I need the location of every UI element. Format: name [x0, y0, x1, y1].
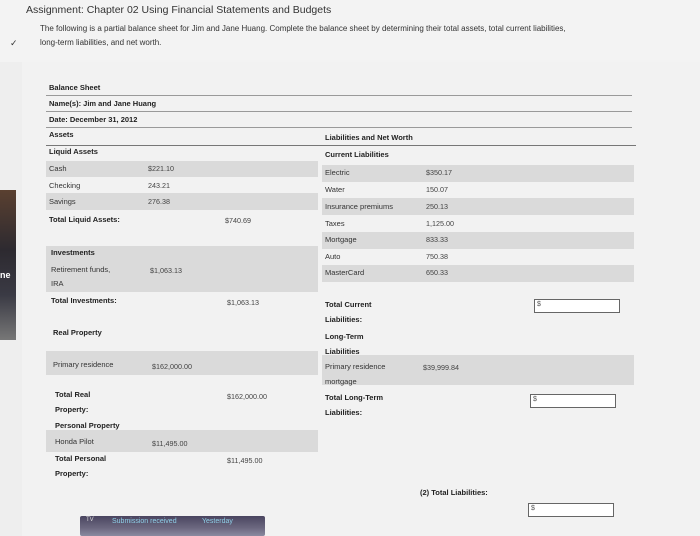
- instructions-line-2: long-term liabilities, and net worth.: [40, 38, 162, 47]
- liabilities-heading: Liabilities and Net Worth: [325, 133, 413, 142]
- divider: [46, 145, 636, 146]
- retirement-label: Retirement funds,: [51, 265, 111, 274]
- mortgage-lt-value: $39,999.84: [423, 363, 459, 372]
- honda-pilot-label: Honda Pilot: [55, 437, 94, 446]
- primary-residence-value: $162,000.00: [152, 362, 192, 371]
- real-property-label: Real Property: [53, 328, 102, 337]
- total-long-term-label: Total Long-Term: [325, 393, 384, 402]
- total-long-term-input[interactable]: $: [530, 394, 616, 408]
- total-liabilities-input[interactable]: $: [528, 503, 614, 517]
- taxes-label: Taxes: [325, 219, 345, 228]
- yesterday-label: Yesterday: [202, 518, 233, 525]
- auto-value: 750.38: [426, 252, 448, 261]
- cash-value: $221.10: [148, 164, 174, 173]
- checking-value: 243.21: [148, 181, 170, 190]
- electric-value: $350.17: [426, 168, 452, 177]
- mortgage-value: 833.33: [426, 235, 448, 244]
- total-current-liabilities-label: Total Current: [325, 300, 372, 309]
- instructions-line-1: The following is a partial balance sheet…: [40, 24, 566, 33]
- assignment-title: Assignment: Chapter 02 Using Financial S…: [26, 4, 332, 16]
- primary-residence-label: Primary residence: [53, 360, 114, 369]
- personal-property-label: Personal Property: [55, 421, 120, 430]
- taxes-value: 1,125.00: [426, 219, 454, 228]
- mortgage-label: Mortgage: [325, 235, 357, 244]
- retirement-label-ira: IRA: [51, 279, 64, 288]
- checking-label: Checking: [49, 181, 81, 190]
- retirement-value: $1,063.13: [150, 266, 182, 275]
- honda-pilot-value: $11,495.00: [152, 439, 188, 448]
- cash-label: Cash: [49, 164, 67, 173]
- row-band: [322, 232, 634, 249]
- row-band: [46, 161, 318, 177]
- electric-label: Electric: [325, 168, 350, 177]
- mastercard-value: 650.33: [426, 268, 448, 277]
- name-line: Name(s): Jim and Jane Huang: [49, 99, 157, 108]
- water-label: Water: [325, 185, 345, 194]
- liquid-assets-label: Liquid Assets: [49, 147, 98, 156]
- divider: [46, 111, 632, 112]
- total-real-property-label: Total Real: [55, 390, 91, 399]
- total-liquid-label: Total Liquid Assets:: [49, 215, 120, 224]
- dollar-prefix: $: [537, 301, 541, 308]
- dollar-prefix: $: [533, 396, 537, 403]
- water-value: 150.07: [426, 185, 448, 194]
- dollar-prefix: $: [531, 505, 535, 512]
- balance-sheet: Balance Sheet Name(s): Jim and Jane Huan…: [22, 62, 700, 536]
- status-bar: TV Submission received Yesterday: [80, 516, 265, 536]
- total-real-property-label-2: Property:: [55, 405, 89, 414]
- mortgage-lt-label: Primary residence: [325, 362, 386, 371]
- tv-label: TV: [86, 517, 94, 523]
- auto-label: Auto: [325, 252, 341, 261]
- total-liquid-value: $740.69: [225, 216, 251, 225]
- total-current-liabilities-input[interactable]: $: [534, 299, 620, 313]
- row-band: [322, 265, 634, 282]
- checkmark-icon[interactable]: ✓: [10, 38, 18, 49]
- savings-value: 276.38: [148, 197, 170, 206]
- divider: [46, 95, 632, 96]
- savings-label: Savings: [49, 197, 76, 206]
- total-investments-label: Total Investments:: [51, 296, 117, 305]
- insurance-label: Insurance premiums: [325, 202, 393, 211]
- current-liabilities-label: Current Liabilities: [325, 150, 389, 159]
- sheet-heading: Balance Sheet: [49, 83, 101, 92]
- row-band: [46, 193, 318, 210]
- long-term-label-2: Liabilities: [325, 347, 360, 356]
- total-personal-property-label-2: Property:: [55, 469, 89, 478]
- divider: [46, 127, 632, 128]
- mortgage-lt-label-2: mortgage: [325, 377, 357, 386]
- total-personal-property-value: $11,495.00: [227, 456, 263, 465]
- total-personal-property-label: Total Personal: [55, 454, 107, 463]
- total-long-term-label-2: Liabilities:: [325, 408, 363, 417]
- total-real-property-value: $162,000.00: [227, 392, 267, 401]
- total-investments-value: $1,063.13: [227, 298, 259, 307]
- date-line: Date: December 31, 2012: [49, 115, 138, 124]
- investments-label: Investments: [51, 248, 95, 257]
- long-term-label: Long-Term: [325, 332, 364, 341]
- mastercard-label: MasterCard: [325, 268, 365, 277]
- total-current-liabilities-label-2: Liabilities:: [325, 315, 363, 324]
- edge-window-label: ne: [0, 270, 11, 280]
- submission-link[interactable]: Submission received: [112, 518, 177, 525]
- row-band: [322, 165, 634, 182]
- assets-heading: Assets: [49, 130, 74, 139]
- total-liabilities-label: (2) Total Liabilities:: [420, 488, 488, 497]
- insurance-value: 250.13: [426, 202, 448, 211]
- background-window-edge: [0, 190, 16, 340]
